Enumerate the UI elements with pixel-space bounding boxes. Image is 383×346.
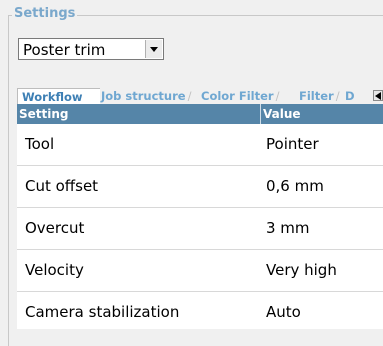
column-divider[interactable] <box>260 104 261 124</box>
settings-group-title: Settings <box>12 6 78 21</box>
dropdown-arrow-icon[interactable] <box>145 40 162 58</box>
tab-truncated[interactable]: D <box>341 88 377 104</box>
mode-select-value: Poster trim <box>23 41 106 59</box>
tab-color-filter[interactable]: Color Filter / <box>197 88 299 104</box>
tab-job-structure[interactable]: Job structure / <box>97 88 205 104</box>
column-header-setting[interactable]: Setting <box>19 107 69 121</box>
setting-value[interactable]: Very high <box>266 261 337 279</box>
table-row[interactable]: Camera stabilization Auto <box>17 292 383 329</box>
tab-workflow-label: Workflow <box>22 90 83 104</box>
settings-table: Setting Value Tool Pointer Cut offset 0,… <box>17 104 383 329</box>
tab-color-filter-label: Color Filter <box>201 89 274 103</box>
table-header: Setting Value <box>17 104 383 124</box>
setting-name: Overcut <box>25 219 85 237</box>
table-row[interactable]: Tool Pointer <box>17 124 383 166</box>
setting-name: Tool <box>25 135 55 153</box>
tab-truncated-label: D <box>345 89 355 103</box>
tab-strip: Workflow Job structure / Color Filter / Fi… <box>17 88 383 106</box>
tab-filter-label: Filter <box>299 89 334 103</box>
setting-value[interactable]: Auto <box>266 303 301 321</box>
table-row[interactable]: Velocity Very high <box>17 250 383 292</box>
table-row[interactable]: Overcut 3 mm <box>17 208 383 250</box>
mode-select[interactable]: Poster trim <box>18 38 164 60</box>
setting-value[interactable]: 0,6 mm <box>266 177 324 195</box>
table-row[interactable]: Cut offset 0,6 mm <box>17 166 383 208</box>
setting-name: Velocity <box>25 261 84 279</box>
tab-job-structure-label: Job structure <box>101 89 186 103</box>
setting-value[interactable]: Pointer <box>266 135 319 153</box>
setting-name: Cut offset <box>25 177 99 195</box>
column-header-value[interactable]: Value <box>263 107 301 121</box>
setting-value[interactable]: 3 mm <box>266 219 310 237</box>
setting-name: Camera stabilization <box>25 303 180 321</box>
